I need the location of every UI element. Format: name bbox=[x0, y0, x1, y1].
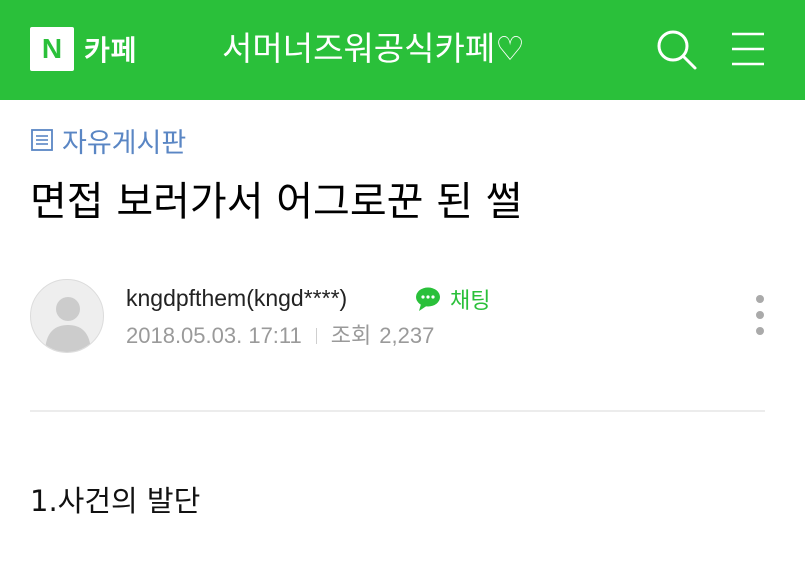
board-link[interactable]: 자유게시판 bbox=[30, 122, 187, 159]
post-body-heading: 1.사건의 발단 bbox=[30, 484, 201, 518]
meta-divider bbox=[315, 328, 317, 344]
more-dot-icon bbox=[756, 311, 764, 319]
search-icon bbox=[657, 30, 697, 70]
post-title: 면접 보러가서 어그로꾼 된 썰 bbox=[30, 179, 523, 225]
board-list-icon bbox=[31, 129, 53, 151]
more-options-button[interactable] bbox=[752, 293, 768, 337]
avatar[interactable] bbox=[30, 279, 104, 353]
board-name: 자유게시판 bbox=[62, 127, 187, 159]
naver-n-badge: N bbox=[30, 27, 74, 71]
more-dot-icon bbox=[756, 327, 764, 335]
chat-button[interactable]: 채팅 bbox=[415, 283, 490, 315]
author-nickname[interactable]: kngdpfthem(kngd****) bbox=[126, 281, 347, 315]
chat-bubble-icon bbox=[416, 287, 440, 311]
views-count: 2,237 bbox=[379, 323, 435, 348]
default-profile-icon bbox=[45, 297, 91, 352]
menu-button[interactable] bbox=[728, 28, 768, 70]
naver-cafe-logo[interactable]: N 카페 bbox=[30, 27, 138, 71]
hamburger-menu-icon bbox=[732, 32, 764, 66]
cafe-name[interactable]: 서머너즈워공식카페♡ bbox=[222, 27, 525, 71]
top-bar: N 카페 서머너즈워공식카페♡ bbox=[0, 0, 805, 100]
post-meta: 2018.05.03. 17:11 조회 2,237 bbox=[126, 320, 434, 352]
search-button[interactable] bbox=[655, 28, 699, 72]
chat-label: 채팅 bbox=[450, 289, 491, 314]
header-divider bbox=[30, 410, 765, 412]
logo-text: 카페 bbox=[84, 34, 138, 67]
post-date: 2018.05.03. 17:11 bbox=[126, 323, 302, 348]
more-dot-icon bbox=[756, 295, 764, 303]
views-label: 조회 bbox=[330, 323, 372, 348]
